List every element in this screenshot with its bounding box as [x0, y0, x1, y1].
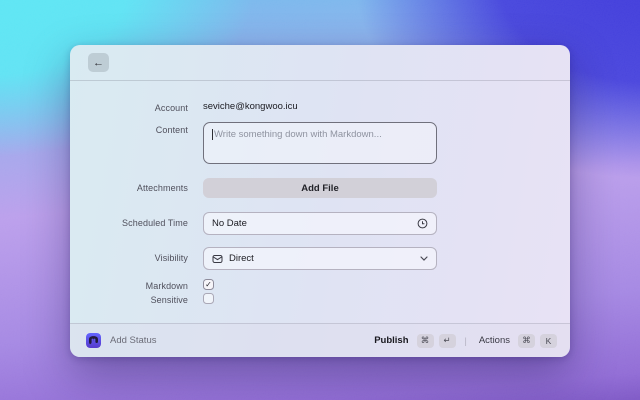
text-caret — [212, 129, 213, 140]
scheduled-time-value: No Date — [212, 218, 247, 229]
publish-button[interactable]: Publish — [374, 335, 408, 346]
actions-button[interactable]: Actions — [479, 335, 510, 346]
return-keycap: ↵ — [438, 333, 456, 348]
clock-icon — [417, 218, 428, 229]
visibility-select[interactable]: Direct — [203, 247, 437, 270]
k-keycap: K — [540, 333, 557, 348]
check-icon: ✓ — [205, 279, 212, 289]
content-placeholder: Write something down with Markdown... — [214, 129, 382, 140]
cmd-keycap: ⌘ — [416, 333, 434, 348]
visibility-label: Visibility — [154, 253, 188, 263]
scheduled-time-label: Scheduled Time — [122, 218, 188, 228]
add-status-window: ← Account seviche@kongwoo.icu Content Wr… — [70, 45, 570, 357]
attachments-label: Attechments — [136, 183, 188, 193]
markdown-checkbox[interactable]: ✓ — [203, 279, 214, 290]
sensitive-label: Sensitive — [150, 294, 188, 305]
envelope-icon — [212, 254, 223, 263]
content-label: Content — [155, 125, 188, 135]
markdown-label: Markdown — [145, 281, 188, 291]
content-textarea[interactable]: Write something down with Markdown... — [203, 122, 437, 164]
mastodon-icon — [86, 333, 101, 348]
footer-right: Publish ⌘ ↵ | Actions ⌘ K — [374, 333, 557, 348]
visibility-value: Direct — [229, 253, 254, 264]
titlebar: ← — [70, 45, 570, 81]
footer-bar: Add Status Publish ⌘ ↵ | Actions ⌘ K — [70, 323, 570, 357]
footer-divider: | — [464, 335, 467, 346]
scheduled-time-field[interactable]: No Date — [203, 212, 437, 235]
account-label: Account — [154, 103, 188, 113]
account-value: seviche@kongwoo.icu — [203, 101, 298, 112]
footer-left: Add Status — [86, 333, 156, 348]
cmd-keycap: ⌘ — [518, 333, 535, 348]
sensitive-checkbox[interactable]: ✓ — [203, 292, 214, 304]
add-file-label: Add File — [301, 182, 339, 194]
back-button[interactable]: ← — [88, 53, 109, 72]
chevron-down-icon — [420, 256, 428, 261]
footer-title: Add Status — [110, 335, 157, 346]
back-arrow-icon: ← — [93, 56, 104, 69]
add-file-button[interactable]: Add File — [203, 178, 437, 198]
